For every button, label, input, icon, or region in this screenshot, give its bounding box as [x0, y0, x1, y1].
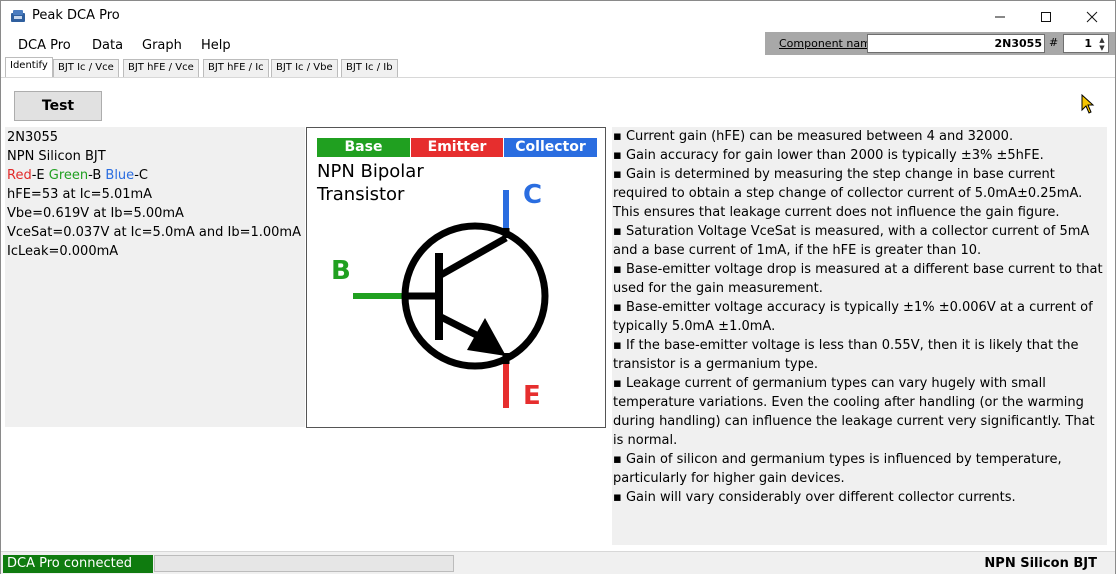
note-line: ▪ Leakage current of germanium types can…: [613, 376, 1046, 391]
part-number: 2N3055: [7, 130, 59, 145]
spin-down-icon[interactable]: ▼: [1096, 44, 1108, 52]
component-number-value: 1: [1084, 37, 1092, 50]
note-line: transistor is a germanium type.: [613, 357, 819, 372]
menu-bar: DCA Pro Data Graph Help: [1, 35, 761, 57]
app-logo-icon: [11, 10, 25, 22]
mouse-pointer-icon: [1081, 94, 1095, 114]
tab-strip: Identify BJT Ic / Vce BJT hFE / Vce BJT …: [2, 57, 502, 77]
tab-bjt-hfe-ic[interactable]: BJT hFE / Ic: [203, 59, 269, 77]
note-line: ▪ Saturation Voltage VceSat is measured,…: [613, 224, 1090, 239]
component-number-stepper[interactable]: 1 ▲ ▼: [1063, 34, 1109, 53]
spin-up-icon[interactable]: ▲: [1096, 36, 1108, 44]
note-line: ▪ Gain will vary considerably over diffe…: [613, 490, 1016, 505]
note-line: particularly for higher gain devices.: [613, 471, 845, 486]
npn-symbol-icon: [353, 190, 549, 408]
note-line: ▪ Gain of silicon and germanium types is…: [613, 452, 1062, 467]
hfe-reading: hFE=53 at Ic=5.01mA: [7, 187, 153, 202]
status-bar: DCA Pro connected NPN Silicon BJT: [1, 551, 1115, 574]
component-name-input[interactable]: 2N3055: [867, 34, 1045, 53]
test-button[interactable]: Test: [14, 91, 102, 121]
menu-dca-pro[interactable]: DCA Pro: [18, 38, 71, 53]
pinout-green-label: Green: [48, 168, 89, 183]
tab-bjt-ic-ib[interactable]: BJT Ic / Ib: [341, 59, 398, 77]
note-line: required to obtain a step change of coll…: [613, 186, 1083, 201]
menu-graph[interactable]: Graph: [142, 38, 182, 53]
note-line: ▪ Gain accuracy for gain lower than 2000…: [613, 148, 1044, 163]
note-line: ▪ Gain is determined by measuring the st…: [613, 167, 1055, 182]
note-line: is normal.: [613, 433, 678, 448]
note-line: ▪ If the base-emitter voltage is less th…: [613, 338, 1079, 353]
pinout-blue-label: Blue: [105, 168, 135, 183]
note-line: and a base current of 1mA, if the hFE is…: [613, 243, 982, 258]
tab-bjt-ic-vbe[interactable]: BJT Ic / Vbe: [271, 59, 338, 77]
component-info-panel: 2N3055 NPN Silicon BJT Red-E Green-B Blu…: [5, 127, 305, 427]
icleak-reading: IcLeak=0.000mA: [7, 244, 119, 259]
note-line: This ensures that leakage current does n…: [613, 205, 1060, 220]
connection-status: DCA Pro connected: [3, 555, 153, 573]
tab-bjt-hfe-vce[interactable]: BJT hFE / Vce: [123, 59, 199, 77]
tab-bjt-ic-vce[interactable]: BJT Ic / Vce: [53, 59, 119, 77]
progress-bar: [154, 555, 454, 572]
pinout-green-pin: -B: [88, 168, 106, 183]
note-line: typically 5.0mA ±1.0mA.: [613, 319, 776, 334]
pinout-red-pin: -E: [31, 168, 49, 183]
component-name-bar: Component name 2N3055 # 1 ▲ ▼: [765, 32, 1115, 55]
transistor-diagram: Base Emitter Collector NPN Bipolar Trans…: [306, 127, 606, 428]
device-status: NPN Silicon BJT: [984, 556, 1097, 571]
pin-label-e: E: [523, 381, 541, 411]
note-line: ▪ Base-emitter voltage drop is measured …: [613, 262, 1103, 277]
note-line: ▪ Current gain (hFE) can be measured bet…: [613, 129, 1014, 144]
title-bar: Peak DCA Pro: [1, 1, 1115, 33]
app-window: Peak DCA Pro DCA Pro Data Graph Help Com…: [0, 0, 1116, 574]
maximize-button[interactable]: [1023, 1, 1069, 33]
close-button[interactable]: [1069, 1, 1115, 33]
note-line: ▪ Base-emitter voltage accuracy is typic…: [613, 300, 1093, 315]
menu-help[interactable]: Help: [201, 38, 231, 53]
minimize-icon: [995, 16, 1005, 18]
pinout-blue-pin: -C: [134, 168, 148, 183]
component-name-label[interactable]: Component name: [779, 37, 878, 50]
pinout-red-label: Red: [7, 168, 32, 183]
window-title: Peak DCA Pro: [32, 8, 120, 23]
tab-divider: [1, 77, 1115, 78]
pin-label-c: C: [523, 180, 543, 210]
pin-label-b: B: [331, 256, 351, 286]
minimize-button[interactable]: [977, 1, 1023, 33]
note-line: temperature variations. Even the cooling…: [613, 395, 1084, 410]
close-icon: [1086, 11, 1098, 23]
vbe-reading: Vbe=0.619V at Ib=5.00mA: [7, 206, 184, 221]
measurement-notes-panel: ▪ Current gain (hFE) can be measured bet…: [612, 127, 1107, 545]
vcesat-reading: VceSat=0.037V at Ic=5.0mA and Ib=1.00mA: [7, 225, 301, 240]
component-number-label: #: [1049, 36, 1059, 49]
tab-identify[interactable]: Identify: [5, 57, 53, 77]
pinout-line: Red-E Green-B Blue-C: [7, 168, 148, 183]
note-line: during handling) can influence the leaka…: [613, 414, 1095, 429]
maximize-icon: [1041, 12, 1051, 22]
device-type: NPN Silicon BJT: [7, 149, 106, 164]
note-line: used for the gain measurement.: [613, 281, 823, 296]
menu-data[interactable]: Data: [92, 38, 123, 53]
